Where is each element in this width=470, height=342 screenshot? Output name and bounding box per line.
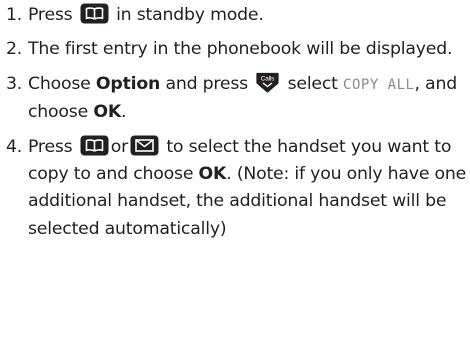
step-4: 4. Press or to select the handset you wan… — [6, 134, 468, 244]
instruction-steps: 1. Press in standby mode. 2. The first ent… — [6, 2, 468, 250]
step-number: 4. — [6, 136, 23, 157]
step-1: 1. Press in standby mode. — [6, 2, 468, 29]
ok-softkey-label: OK — [93, 102, 122, 123]
step-number: 1. — [6, 5, 23, 25]
phonebook-key-icon — [80, 135, 109, 156]
lcd-copy-all: COPY ALL — [343, 76, 415, 93]
step-number: 2. — [6, 39, 23, 60]
messages-key-icon — [130, 135, 159, 156]
step-3: 3. Choose Option and press Calls select C… — [6, 71, 468, 127]
step-2: 2. The first entry in the phonebook will … — [6, 36, 468, 63]
phonebook-key-icon — [80, 3, 109, 24]
step-number: 3. — [6, 73, 23, 94]
svg-text:Calls: Calls — [261, 75, 275, 82]
option-softkey-label: Option — [95, 73, 161, 94]
ok-softkey-label: OK — [198, 164, 227, 185]
calls-key-icon: Calls — [255, 72, 280, 93]
